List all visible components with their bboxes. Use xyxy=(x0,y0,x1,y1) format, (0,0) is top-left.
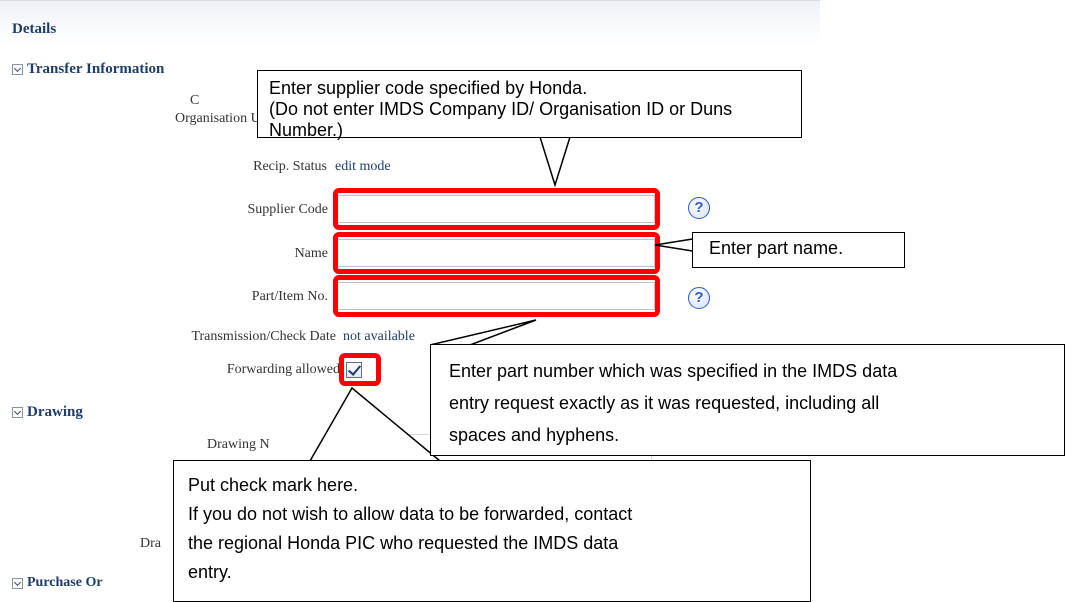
callout-line: entry. xyxy=(188,562,232,582)
callout-line: Enter part name. xyxy=(709,238,844,258)
callout-line: (Do not enter IMDS Company ID/ Organisat… xyxy=(269,99,733,140)
part-number-callout: Enter part number which was specified in… xyxy=(430,344,1065,456)
callout-line: Enter supplier code specified by Honda. xyxy=(269,78,588,98)
callout-line: Enter part number which was specified in… xyxy=(449,361,898,381)
callout-line: spaces and hyphens. xyxy=(449,425,620,445)
checkmark-callout: Put check mark here. If you do not wish … xyxy=(173,460,811,602)
callout-line: entry request exactly as it was requeste… xyxy=(449,393,880,413)
callout-line: the regional Honda PIC who requested the… xyxy=(188,533,619,553)
callout-line: Put check mark here. xyxy=(188,475,359,495)
supplier-code-callout: Enter supplier code specified by Honda. … xyxy=(257,70,802,140)
name-callout: Enter part name. xyxy=(692,232,905,268)
callout-line: If you do not wish to allow data to be f… xyxy=(188,504,633,524)
